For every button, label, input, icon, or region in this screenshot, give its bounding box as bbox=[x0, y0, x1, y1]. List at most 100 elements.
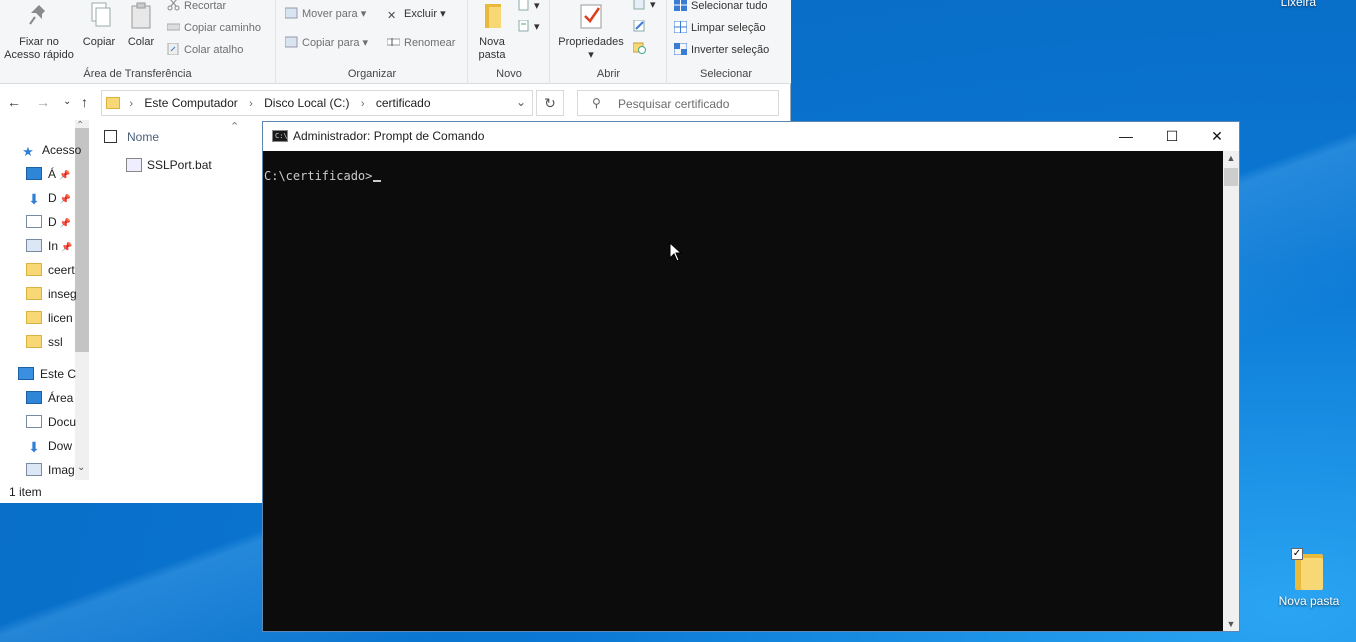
breadcrumb: › Este Computador › Disco Local (C:) › c… bbox=[106, 96, 439, 110]
group-label-open: Abrir bbox=[596, 68, 621, 80]
sidebar-item[interactable]: ★ Acesso bbox=[20, 140, 81, 160]
copy-to-icon bbox=[284, 36, 298, 48]
address-bar[interactable]: › Este Computador › Disco Local (C:) › c… bbox=[101, 90, 533, 116]
back-arrow-icon[interactable]: ← bbox=[7, 94, 21, 110]
sidebar-item-label: ceert bbox=[48, 263, 75, 277]
sidebar-item[interactable]: Área bbox=[26, 388, 73, 408]
clear-selection-button[interactable]: Limpar seleção bbox=[673, 19, 766, 37]
select-all-label: Selecionar tudo bbox=[691, 0, 768, 12]
cut-button[interactable]: Recortar bbox=[167, 0, 226, 15]
sidebar-item-label: licen bbox=[48, 311, 73, 325]
folder-icon bbox=[26, 311, 42, 324]
breadcrumb-this-pc[interactable]: Este Computador bbox=[144, 96, 237, 110]
refresh-icon[interactable]: ↻ bbox=[536, 90, 564, 116]
folder-icon bbox=[26, 287, 42, 300]
cmd-titlebar[interactable]: C:\ Administrador: Prompt de Comando — ☐… bbox=[263, 122, 1239, 151]
desktop-folder-new-folder[interactable]: ✓ Nova pasta bbox=[1276, 548, 1342, 608]
sidebar-item[interactable]: Á 📌 bbox=[26, 164, 70, 184]
sidebar-item[interactable]: ssl bbox=[26, 332, 63, 352]
column-header-name[interactable]: Nome bbox=[104, 130, 159, 144]
breadcrumb-chevron-icon[interactable]: › bbox=[361, 98, 365, 110]
address-dropdown-icon[interactable]: ⌄ bbox=[516, 95, 526, 109]
paste-label: Colar bbox=[127, 36, 155, 48]
list-item[interactable]: SSLPort.bat bbox=[126, 158, 212, 172]
text-cursor bbox=[373, 180, 382, 182]
paste-button[interactable]: Colar bbox=[122, 0, 160, 49]
edit-button[interactable] bbox=[633, 18, 650, 36]
properties-button[interactable]: Propriedades ▾ bbox=[555, 0, 627, 62]
pin-quick-access-button[interactable]: Fixar no Acesso rápido bbox=[2, 0, 76, 62]
invert-selection-icon bbox=[673, 42, 688, 56]
scroll-up-icon[interactable]: ▲ bbox=[1223, 153, 1239, 163]
scissors-icon bbox=[167, 0, 180, 11]
move-to-icon bbox=[284, 7, 298, 19]
download-icon: ⬇ bbox=[28, 191, 40, 207]
edit-icon bbox=[633, 19, 646, 32]
breadcrumb-certificado[interactable]: certificado bbox=[376, 96, 431, 110]
properties-icon bbox=[578, 2, 604, 30]
pin-icon: 📌 bbox=[59, 218, 71, 228]
paste-shortcut-button[interactable]: Colar atalho bbox=[167, 41, 243, 59]
properties-dropdown-icon[interactable]: ▾ bbox=[555, 49, 627, 62]
breadcrumb-chevron-icon[interactable]: › bbox=[129, 98, 133, 110]
sidebar-item[interactable]: licen bbox=[26, 308, 73, 328]
forward-arrow-icon[interactable]: → bbox=[36, 94, 50, 110]
delete-button[interactable]: ✕ Excluir ▾ bbox=[387, 5, 446, 23]
sidebar-item[interactable]: ⬇ D 📌 bbox=[26, 188, 71, 208]
sidebar-item[interactable]: In 📌 bbox=[26, 236, 72, 256]
history-button[interactable] bbox=[632, 40, 650, 58]
copy-to-label: Copiar para bbox=[302, 37, 360, 49]
select-all-button[interactable]: Selecionar tudo bbox=[674, 0, 767, 15]
prompt-line: C:\certificado> bbox=[264, 169, 382, 183]
copy-button[interactable]: Copiar bbox=[80, 0, 118, 49]
clipboard-icon bbox=[128, 2, 154, 30]
breadcrumb-chevron-icon[interactable]: › bbox=[249, 98, 253, 110]
select-all-checkbox[interactable] bbox=[104, 130, 117, 143]
up-arrow-icon[interactable]: ↑ bbox=[81, 94, 88, 110]
clear-selection-label: Limpar seleção bbox=[691, 22, 766, 34]
open-button[interactable]: ▾ bbox=[633, 0, 656, 14]
new-folder-button[interactable]: Nova pasta bbox=[473, 0, 511, 62]
ribbon-group-new: Nova pasta ▾ ▾ Novo bbox=[469, 0, 550, 84]
sidebar-item-label: Acesso bbox=[42, 143, 82, 157]
sidebar-item-label: Dow bbox=[48, 439, 73, 453]
copy-to-button[interactable]: Copiar para ▾ bbox=[284, 34, 368, 52]
checkbox-icon[interactable]: ✓ bbox=[1291, 548, 1303, 560]
scrollbar-thumb[interactable] bbox=[1224, 168, 1238, 186]
ribbon-group-clipboard: Fixar no Acesso rápido Copiar Colar Reco… bbox=[0, 0, 276, 84]
sidebar-item[interactable]: inseg bbox=[26, 284, 77, 304]
cmd-scrollbar[interactable]: ▲ ▼ bbox=[1223, 151, 1239, 631]
recycle-bin-label[interactable]: Lixeira bbox=[1281, 0, 1316, 9]
close-button[interactable]: ✕ bbox=[1194, 122, 1240, 151]
new-folder-icon bbox=[479, 2, 505, 30]
move-to-button[interactable]: Mover para ▾ bbox=[284, 5, 366, 23]
sidebar-item[interactable]: Imag bbox=[26, 460, 75, 480]
recent-locations-chevron-icon[interactable]: ⌄ bbox=[63, 96, 71, 107]
new-item-button[interactable]: ▾ bbox=[517, 0, 540, 15]
easy-access-button[interactable]: ▾ bbox=[517, 18, 540, 36]
folder-icon bbox=[26, 263, 42, 276]
console-area[interactable]: C:\certificado> bbox=[263, 151, 1223, 631]
picture-icon bbox=[26, 463, 42, 476]
scroll-down-icon[interactable]: ▼ bbox=[1223, 619, 1239, 629]
command-prompt-window[interactable]: C:\ Administrador: Prompt de Comando — ☐… bbox=[262, 121, 1240, 632]
delete-label: Excluir bbox=[404, 8, 438, 20]
rename-button[interactable]: Renomear bbox=[386, 34, 456, 52]
rename-label: Renomear bbox=[404, 37, 456, 49]
copy-path-icon bbox=[166, 21, 181, 33]
address-row: ← → ⌄ ↑ › Este Computador › Disco Local … bbox=[0, 87, 791, 119]
sidebar-item[interactable]: Docu bbox=[26, 412, 76, 432]
copy-icon bbox=[86, 2, 112, 30]
invert-selection-button[interactable]: Inverter seleção bbox=[673, 41, 769, 59]
copy-path-button[interactable]: Copiar caminho bbox=[166, 19, 261, 37]
sidebar-item[interactable]: D 📌 bbox=[26, 212, 71, 232]
search-box[interactable]: ⚲ Pesquisar certificado bbox=[577, 90, 779, 116]
picture-icon bbox=[26, 239, 42, 252]
sidebar-item-label: Este C bbox=[40, 367, 77, 381]
sidebar-item[interactable]: ⬇ Dow bbox=[26, 436, 72, 456]
sidebar-item[interactable]: Este C bbox=[18, 364, 76, 384]
maximize-button[interactable]: ☐ bbox=[1149, 122, 1195, 151]
minimize-button[interactable]: — bbox=[1103, 122, 1149, 151]
breadcrumb-local-disk[interactable]: Disco Local (C:) bbox=[264, 96, 349, 110]
sidebar-item[interactable]: ceert bbox=[26, 260, 75, 280]
